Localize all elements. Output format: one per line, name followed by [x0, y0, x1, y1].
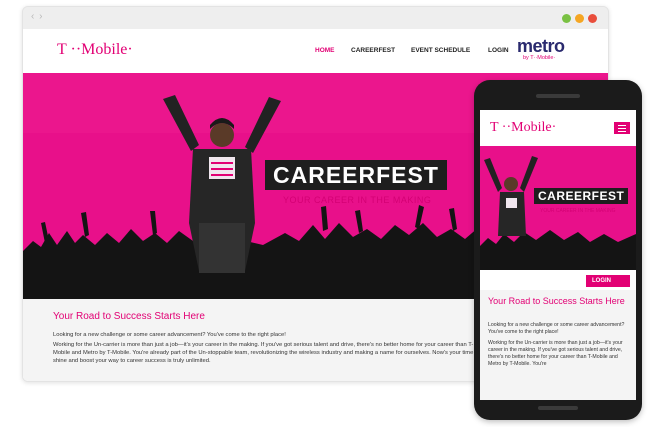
- mobile-screen: T ··Mobile· CAREERFEST YOUR CAREER IN TH…: [480, 110, 636, 400]
- mobile-hero: CAREERFEST YOUR CAREER IN THE MAKING: [480, 146, 636, 270]
- nav-event-schedule-link[interactable]: EVENT SCHEDULE: [411, 47, 470, 54]
- nav-careerfest-link[interactable]: CAREERFEST: [351, 47, 395, 54]
- body-paragraph: Working for the Un-carrier is more than …: [53, 342, 480, 364]
- metro-wordmark: metro: [517, 36, 565, 56]
- mobile-hero-title: CAREERFEST: [534, 188, 629, 204]
- mobile-phone-mockup: T ··Mobile· CAREERFEST YOUR CAREER IN TH…: [474, 80, 642, 420]
- mobile-header: T ··Mobile·: [480, 110, 636, 146]
- site-header: T ··Mobile· HOME CAREERFEST EVENT SCHEDU…: [23, 29, 608, 73]
- nav-login-link[interactable]: LOGIN: [488, 47, 509, 54]
- nav-home-link[interactable]: HOME: [315, 47, 335, 54]
- intro-paragraph: Looking for a new challenge or some care…: [53, 332, 286, 338]
- mobile-content: Your Road to Success Starts Here Looking…: [480, 290, 636, 400]
- mobile-tmobile-logo[interactable]: T ··Mobile·: [490, 120, 556, 136]
- window-dot-red[interactable]: [588, 14, 597, 23]
- browser-nav-arrows[interactable]: ‹ ›: [31, 11, 43, 22]
- section-heading: Your Road to Success Starts Here: [53, 311, 205, 322]
- phone-speaker: [536, 94, 580, 98]
- mobile-login-button[interactable]: LOGIN: [586, 275, 630, 287]
- tmobile-logo[interactable]: T ··Mobile·: [57, 41, 133, 59]
- hero-subtitle: YOUR CAREER IN THE MAKING: [283, 195, 432, 205]
- browser-chrome: ‹ ›: [23, 7, 608, 29]
- window-dot-green[interactable]: [562, 14, 571, 23]
- hero-title: CAREERFEST: [265, 160, 447, 190]
- mobile-section-heading: Your Road to Success Starts Here: [488, 296, 625, 306]
- mobile-login-bar: LOGIN: [480, 270, 636, 290]
- mobile-intro-paragraph: Looking for a new challenge or some care…: [488, 322, 625, 335]
- mobile-hero-subtitle: YOUR CAREER IN THE MAKING: [540, 208, 616, 214]
- phone-home-bar: [538, 406, 578, 410]
- metro-logo[interactable]: metro by T··Mobile·: [517, 37, 565, 61]
- mobile-body-paragraph: Working for the Un-carrier is more than …: [488, 340, 623, 367]
- menu-icon[interactable]: [614, 122, 630, 134]
- window-dot-yellow[interactable]: [575, 14, 584, 23]
